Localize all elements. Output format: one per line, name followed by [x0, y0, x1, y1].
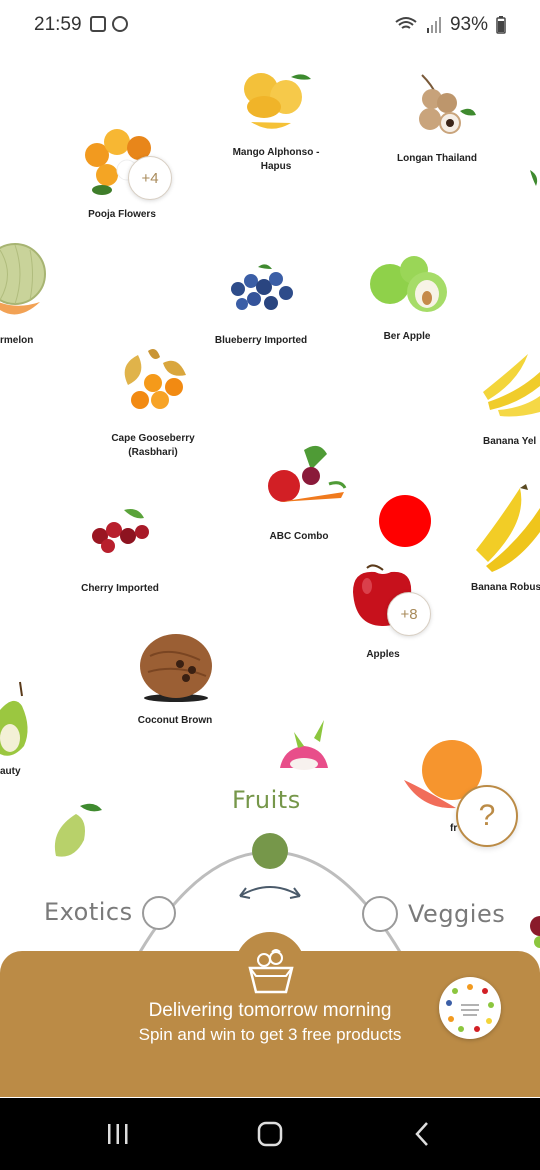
- home-button[interactable]: [250, 1118, 290, 1150]
- wifi-icon: [395, 17, 417, 29]
- back-icon: [415, 1122, 428, 1146]
- notification-icons: [90, 16, 128, 32]
- product-pooja-flowers[interactable]: +4 Pooja Flowers: [62, 120, 182, 222]
- product-name: Cherry Imported: [81, 583, 159, 594]
- system-nav-bar: [0, 1098, 540, 1170]
- gooseberry-icon: [124, 349, 186, 409]
- spin-wheel-icon: [444, 982, 496, 1034]
- product-banana-yellow[interactable]: [478, 352, 540, 422]
- messenger-icon: [112, 16, 128, 32]
- leaf-icon: [530, 170, 538, 186]
- product-name: Pooja Flowers: [88, 209, 156, 220]
- dragon-fruit-icon: [280, 720, 328, 770]
- blueberry-icon: [231, 264, 293, 310]
- product-mango[interactable]: Mango Alphonso - Hapus: [216, 66, 336, 174]
- dial-knob-veggies[interactable]: [362, 896, 398, 932]
- banana-bunch-icon: [476, 484, 540, 572]
- product-name: Longan Thailand: [397, 153, 477, 164]
- category-exotics[interactable]: Exotics: [44, 898, 133, 926]
- product-name: Ber Apple: [383, 331, 431, 342]
- product-name: ABC Combo: [269, 531, 329, 542]
- product-abc-combo[interactable]: ABC Combo: [239, 440, 359, 544]
- longan-icon: [419, 74, 476, 134]
- product-name: auty: [0, 766, 21, 777]
- mango-icon: [244, 73, 311, 129]
- product-name: rmelon: [0, 335, 34, 346]
- battery-icon: [496, 16, 506, 34]
- product-name: Banana Yel: [483, 436, 537, 447]
- product-pear[interactable]: [0, 680, 32, 760]
- product-banana-robusta[interactable]: [468, 482, 540, 574]
- ber-apple-icon: [370, 256, 447, 312]
- red-indicator-dot: [379, 495, 431, 547]
- product-cape-gooseberry[interactable]: Cape Gooseberry (Rasbhari): [93, 344, 213, 460]
- pear-icon: [0, 681, 28, 756]
- product-name: Cape Gooseberry (Rasbhari): [111, 433, 195, 458]
- back-button[interactable]: [402, 1118, 442, 1150]
- product-name: Apples: [366, 649, 400, 660]
- product-watermelon[interactable]: [0, 240, 50, 330]
- product-name: Blueberry Imported: [214, 335, 308, 346]
- recents-icon: [108, 1124, 128, 1144]
- banana-icon: [483, 354, 540, 417]
- battery-percent: 93%: [449, 14, 488, 35]
- category-fruits[interactable]: Fruits: [232, 786, 301, 814]
- spin-wheel-button[interactable]: [439, 977, 501, 1039]
- status-right: 93%: [394, 14, 506, 36]
- status-time: 21:59: [34, 14, 82, 35]
- gallery-icon: [90, 16, 106, 32]
- product-name: Coconut Brown: [137, 715, 213, 726]
- product-coconut[interactable]: Coconut Brown: [115, 626, 235, 728]
- signal-icon: [426, 17, 441, 33]
- category-veggies[interactable]: Veggies: [408, 900, 505, 928]
- coconut-icon: [140, 634, 212, 702]
- product-ber-apple[interactable]: Ber Apple: [347, 252, 467, 344]
- dial-knob-exotics[interactable]: [142, 896, 176, 930]
- home-icon: [257, 1121, 283, 1147]
- status-bar: 21:59 93%: [0, 0, 540, 52]
- product-apples[interactable]: +8 Apples: [323, 562, 443, 662]
- muskmelon-icon: [0, 243, 46, 315]
- dial-knob-active[interactable]: [252, 833, 288, 869]
- recents-button[interactable]: [98, 1118, 138, 1150]
- cherry-icon: [92, 509, 149, 553]
- product-longan[interactable]: Longan Thailand: [377, 70, 497, 166]
- more-badge[interactable]: +8: [387, 592, 431, 636]
- product-name: Banana Robus: [471, 582, 540, 593]
- product-name: Mango Alphonso - Hapus: [232, 147, 320, 172]
- product-cherry[interactable]: Cherry Imported: [60, 506, 180, 596]
- more-badge[interactable]: +4: [128, 156, 172, 200]
- abc-combo-icon: [268, 445, 347, 502]
- fruit-box-icon: [248, 949, 294, 994]
- product-blueberry[interactable]: Blueberry Imported: [201, 256, 321, 348]
